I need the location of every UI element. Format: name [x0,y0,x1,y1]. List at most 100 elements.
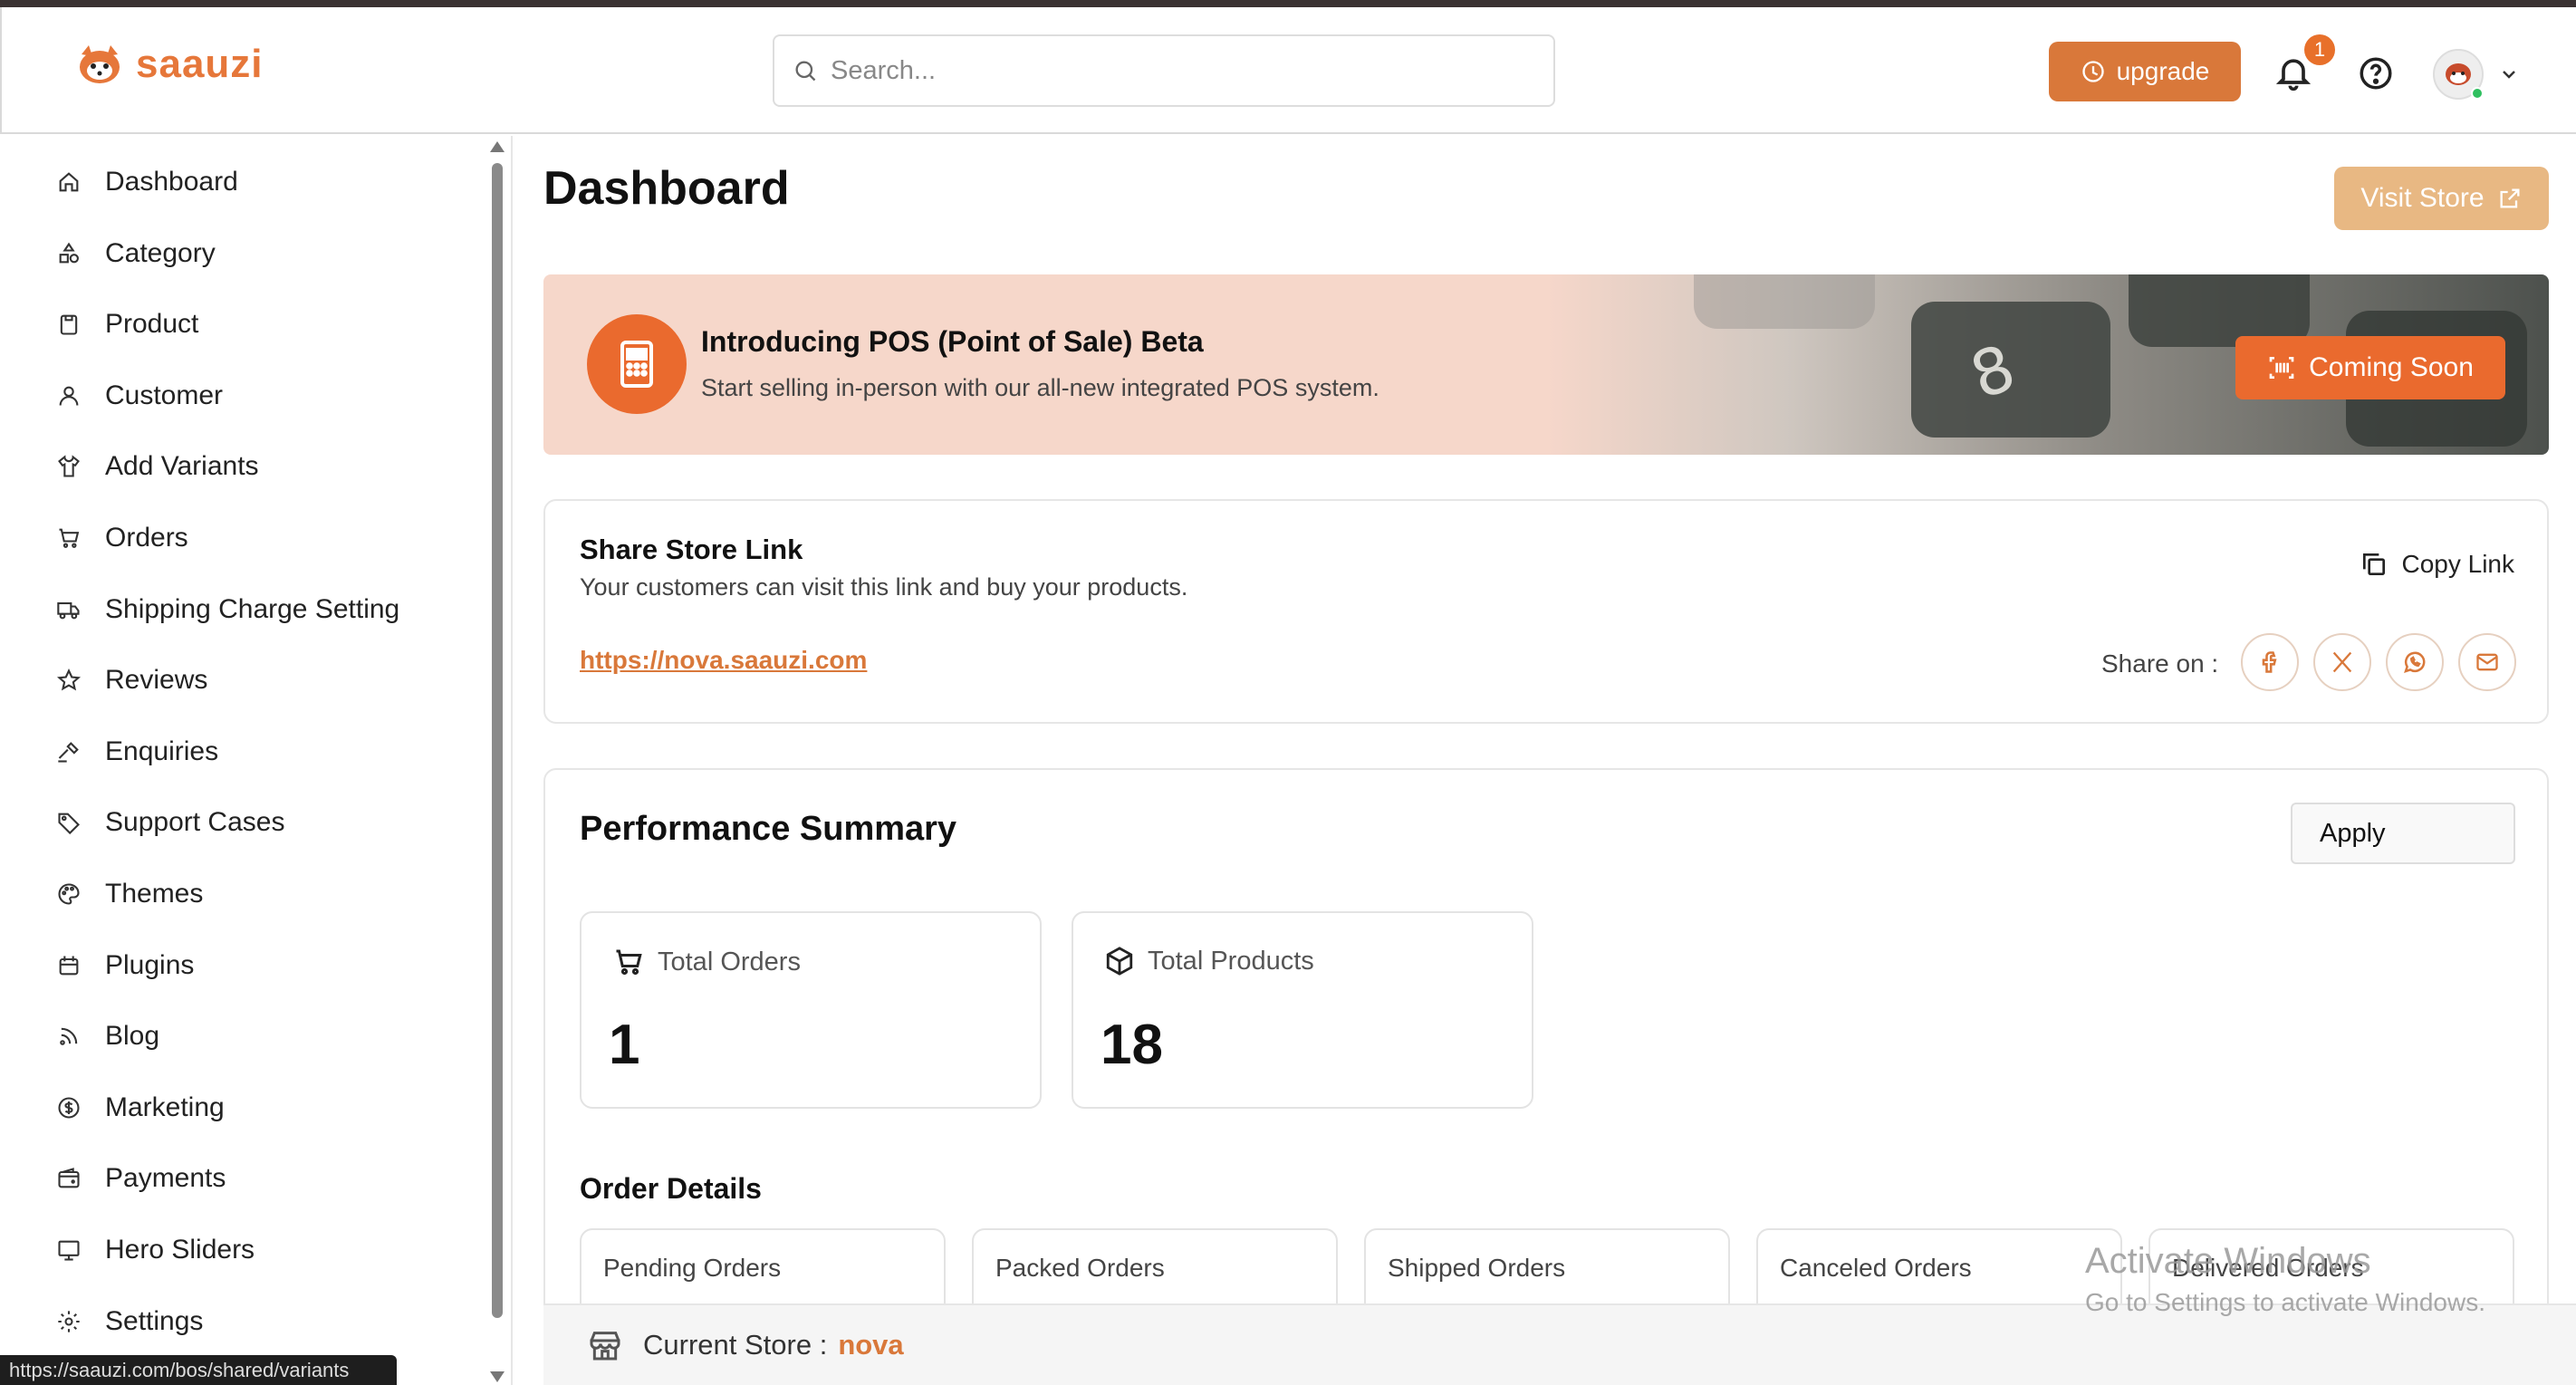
window-top-strip [0,0,2576,7]
sidebar-item-plugins[interactable]: Plugins [56,943,194,988]
share-title: Share Store Link [580,534,803,565]
dollar-icon [58,1097,80,1119]
visit-store-label: Visit Store [2360,183,2485,213]
share-on-label: Share on : [2101,649,2219,678]
upgrade-label: upgrade [2116,57,2210,85]
total-orders-card: Total Orders 1 [580,911,1042,1109]
facebook-share-button[interactable] [2241,633,2299,691]
rss-icon [60,1027,78,1045]
sidebar-item-label: Themes [105,879,204,909]
sidebar-item-category[interactable]: Category [56,231,216,276]
sidebar-item-product[interactable]: Product [56,302,198,347]
copy-link-label: Copy Link [2401,550,2514,578]
sidebar-item-add-variants[interactable]: Add Variants [56,444,259,489]
sidebar-item-themes[interactable]: Themes [56,871,203,917]
share-subtitle: Your customers can visit this link and b… [580,573,1188,601]
barcode-scan-icon [2269,357,2294,379]
pos-terminal-icon [587,314,687,414]
sidebar-item-label: Dashboard [105,167,238,197]
sidebar-item-label: Plugins [105,950,195,980]
sidebar-item-label: Reviews [105,665,208,695]
scroll-down-arrow[interactable] [490,1371,505,1382]
performance-title: Performance Summary [580,810,957,848]
search-box[interactable] [773,34,1555,107]
brand-logo[interactable]: saauzi [72,42,264,87]
sidebar-item-shipping-charge-setting[interactable]: Shipping Charge Setting [56,587,399,632]
sidebar-item-hero-sliders[interactable]: Hero Sliders [56,1227,255,1273]
upgrade-button[interactable]: upgrade [2049,42,2241,101]
sidebar-item-label: Hero Sliders [105,1235,255,1265]
copy-link-button[interactable]: Copy Link [2360,550,2514,579]
sidebar-item-settings[interactable]: Settings [56,1299,203,1344]
order-box-label: Pending Orders [603,1254,782,1282]
sidebar-item-support-cases[interactable]: Support Cases [56,800,284,845]
sidebar-item-label: Settings [105,1306,204,1336]
total-products-value: 18 [1101,1014,1163,1076]
shapes-icon [59,242,79,264]
sidebar-item-label: Marketing [105,1092,225,1122]
sidebar-item-customer[interactable]: Customer [56,373,223,418]
upgrade-icon [2081,61,2104,82]
sidebar-item-enquiries[interactable]: Enquiries [56,729,218,774]
chevron-down-icon[interactable] [2498,63,2520,85]
cart-icon [59,528,80,548]
search-input[interactable] [831,55,1519,86]
x-share-button[interactable] [2313,633,2371,691]
home-icon [59,172,79,192]
order-box-label: Packed Orders [995,1254,1165,1282]
search-icon [795,61,816,82]
external-link-icon [2500,188,2520,208]
top-header: saauzi upgrade 1 [0,7,2576,134]
sidebar-item-reviews[interactable]: Reviews [56,658,207,703]
scroll-thumb[interactable] [492,163,503,1318]
help-icon[interactable] [2357,54,2395,92]
sidebar-item-label: Orders [105,523,188,553]
total-products-label-wrap: Total Products [1104,946,1314,976]
x-twitter-icon [2332,651,2352,673]
copy-icon [2363,553,2386,575]
page-title: Dashboard [543,162,790,215]
pos-banner: 8 Introducing POS (Point of Sale) Beta S… [543,274,2549,455]
order-box-label: Canceled Orders [1780,1254,1972,1282]
apply-button[interactable]: Apply [2291,803,2515,864]
sidebar-item-marketing[interactable]: Marketing [56,1085,225,1130]
total-orders-label-wrap: Total Orders [612,946,801,978]
notification-badge: 1 [2304,34,2335,65]
sidebar-item-payments[interactable]: Payments [56,1156,226,1201]
store-link[interactable]: https://nova.saauzi.com [580,646,867,675]
coming-soon-label: Coming Soon [2309,352,2474,382]
online-status-dot [2471,87,2484,100]
avatar-panda-icon [2446,63,2471,85]
sidebar-item-label: Enquiries [105,736,219,766]
cart-icon [616,949,642,976]
order-details-title: Order Details [580,1172,762,1205]
red-panda-logo-icon [80,45,120,83]
current-store-name[interactable]: nova [838,1329,903,1361]
total-products-label: Total Products [1148,946,1314,976]
email-share-button[interactable] [2458,633,2516,691]
activate-windows-title: Activate Windows [2085,1241,2371,1281]
mail-icon [2476,653,2498,671]
store-icon [590,1332,620,1361]
order-box-label: Shipped Orders [1388,1254,1566,1282]
wallet-icon [58,1168,80,1188]
tag-icon [58,813,80,835]
gear-icon [58,1311,80,1332]
sidebar-item-label: Category [105,238,216,268]
link-status-url: https://saauzi.com/bos/shared/variants [0,1355,397,1385]
brand-name: saauzi [136,42,264,86]
sidebar-item-label: Blog [105,1021,160,1051]
box-icon [60,314,78,335]
monitor-icon [58,1240,80,1261]
visit-store-button[interactable]: Visit Store [2334,167,2549,230]
scroll-up-arrow[interactable] [490,141,505,152]
star-icon [56,668,82,691]
whatsapp-share-button[interactable] [2386,633,2444,691]
coming-soon-button[interactable]: Coming Soon [2235,336,2505,399]
sidebar-item-dashboard[interactable]: Dashboard [56,159,238,205]
sidebar-item-blog[interactable]: Blog [56,1014,159,1059]
sidebar-item-orders[interactable]: Orders [56,515,188,561]
sidebar-item-label: Support Cases [105,807,285,837]
total-products-card: Total Products 18 [1072,911,1533,1109]
sidebar-item-label: Shipping Charge Setting [105,594,400,624]
